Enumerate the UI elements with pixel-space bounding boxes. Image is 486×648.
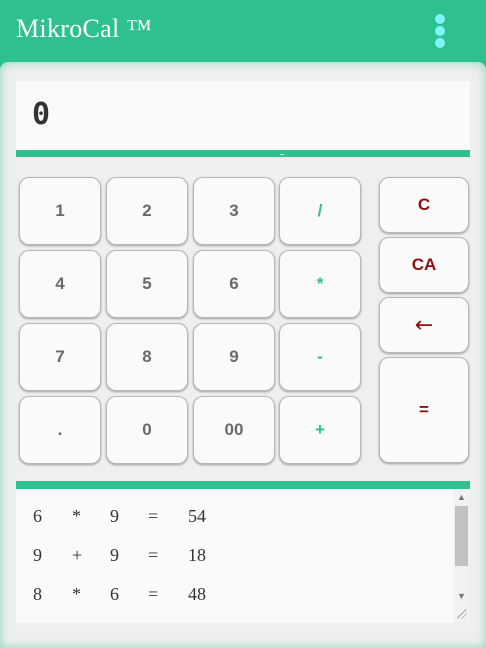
key-8[interactable]: 8 <box>106 323 188 391</box>
history-operand: 9 <box>110 506 119 526</box>
resize-grip-icon[interactable] <box>457 609 467 619</box>
key-0[interactable]: 0 <box>106 396 188 464</box>
history-operand: 6 <box>110 584 119 604</box>
subtract-button[interactable]: - <box>279 323 361 391</box>
history-result: 54 <box>188 506 206 526</box>
backspace-button[interactable]: ← <box>379 297 469 353</box>
history-operator: * <box>72 584 81 604</box>
scroll-up-icon[interactable]: ▲ <box>455 490 468 504</box>
key-4[interactable]: 4 <box>19 250 101 318</box>
history-operator: * <box>72 506 81 526</box>
history-operand: 6 <box>33 506 42 526</box>
history-result: 48 <box>188 584 206 604</box>
scroll-down-icon[interactable]: ▼ <box>455 589 468 603</box>
history-operand: 8 <box>33 584 42 604</box>
display-value: 0 <box>32 97 51 132</box>
kebab-menu-icon[interactable] <box>430 14 450 48</box>
history-equals: = <box>148 545 159 565</box>
equals-button[interactable]: = <box>379 357 469 463</box>
history-equals: = <box>148 506 159 526</box>
history-divider <box>16 481 470 489</box>
divider-tick <box>280 154 284 155</box>
key-2[interactable]: 2 <box>106 177 188 245</box>
decimal-point-button[interactable]: . <box>19 396 101 464</box>
calculator-display: 0 <box>16 81 470 151</box>
key-5[interactable]: 5 <box>106 250 188 318</box>
key-7[interactable]: 7 <box>19 323 101 391</box>
key-00[interactable]: 00 <box>193 396 275 464</box>
multiply-button[interactable]: * <box>279 250 361 318</box>
add-button[interactable]: + <box>279 396 361 464</box>
key-6[interactable]: 6 <box>193 250 275 318</box>
history-operand: 9 <box>110 545 119 565</box>
app-header: MikroCal ™ <box>0 0 486 60</box>
key-9[interactable]: 9 <box>193 323 275 391</box>
history-operator: + <box>72 545 83 565</box>
app-title: MikroCal ™ <box>16 14 153 43</box>
history-result: 18 <box>188 545 206 565</box>
key-3[interactable]: 3 <box>193 177 275 245</box>
history-operand: 9 <box>33 545 42 565</box>
menu-dot <box>435 26 445 36</box>
scroll-thumb[interactable] <box>455 506 468 566</box>
key-1[interactable]: 1 <box>19 177 101 245</box>
history-equals: = <box>148 584 159 604</box>
clear-button[interactable]: C <box>379 177 469 233</box>
clear-all-button[interactable]: CA <box>379 237 469 293</box>
display-divider <box>16 150 470 157</box>
menu-dot <box>435 14 445 24</box>
history-list[interactable]: 6 * 9 = 54 9 + 9 = 18 8 * 6 = 48 ▲ ▼ <box>16 489 470 623</box>
history-scrollbar[interactable]: ▲ ▼ <box>453 489 470 623</box>
divide-button[interactable]: / <box>279 177 361 245</box>
menu-dot <box>435 38 445 48</box>
